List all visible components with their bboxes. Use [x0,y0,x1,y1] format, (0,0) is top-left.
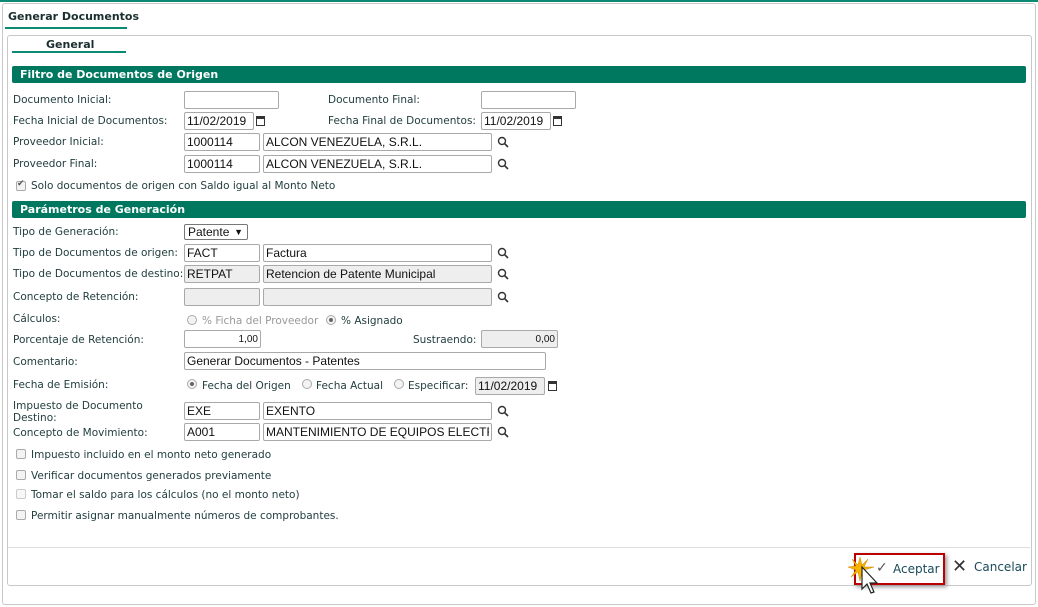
label-doc-final: Documento Final: [328,94,420,106]
search-icon[interactable] [497,291,509,303]
comentario-input[interactable] [184,352,546,370]
fe-actual-radio[interactable] [302,379,312,389]
search-icon[interactable] [497,158,509,170]
impuesto-incluido-checkbox[interactable] [16,449,26,459]
calendar-icon[interactable] [548,381,557,391]
label-fecha-inicial: Fecha Inicial de Documentos: [13,115,168,127]
fecha-inicial-input[interactable] [184,112,254,130]
doc-final-input[interactable] [481,91,576,109]
fe-actual-label: Fecha Actual [316,380,384,392]
calc-ficha-label: % Ficha del Proveedor [202,315,319,327]
permitir-asignar-label: Permitir asignar manualmente números de … [31,510,339,522]
label-fecha-final: Fecha Final de Documentos: [328,115,476,127]
aceptar-label: Aceptar [893,562,940,576]
dropdown-arrow-icon: ▼ [234,227,243,237]
impuesto-incluido-label: Impuesto incluido en el monto neto gener… [31,449,272,461]
concepto-ret-code[interactable] [184,288,260,306]
solo-saldo-checkbox[interactable] [16,179,26,191]
fe-especificar-label: Especificar: [408,380,469,392]
search-icon[interactable] [497,426,509,438]
tab-general[interactable]: General [46,38,94,51]
doc-inicial-input[interactable] [184,91,279,109]
tipo-origen-code[interactable] [184,244,260,262]
tab-underline [5,27,127,29]
label-calculos: Cálculos: [13,313,61,325]
search-icon[interactable] [497,268,509,280]
label-prov-inicial: Proveedor Inicial: [13,136,104,148]
impuesto-code[interactable] [184,402,260,420]
tipo-destino-code[interactable] [184,265,260,283]
label-impuesto: Impuesto de Documento Destino: [13,400,143,424]
label-concepto-ret: Concepto de Retención: [13,291,139,303]
fe-origen-label: Fecha del Origen [202,380,291,392]
tipo-destino-name[interactable] [263,265,492,283]
fecha-final-input[interactable] [481,112,551,130]
label-comentario: Comentario: [13,356,78,368]
porcentaje-input[interactable] [184,330,261,348]
concepto-mov-name[interactable] [263,423,492,441]
label-fecha-emision: Fecha de Emisión: [13,379,109,391]
calc-asignado-radio[interactable] [326,315,336,325]
search-icon[interactable] [497,405,509,417]
top-accent-line [0,0,1038,2]
tipo-origen-name[interactable] [263,244,492,262]
calc-ficha-radio[interactable] [187,315,197,325]
tipo-gen-value: Patente [188,225,230,239]
sustraendo-input[interactable] [481,330,558,348]
prov-inicial-code[interactable] [184,133,260,151]
tipo-gen-select[interactable]: Patente ▼ [184,224,248,240]
label-tipo-gen: Tipo de Generación: [13,226,119,238]
search-icon[interactable] [497,247,509,259]
concepto-ret-name[interactable] [263,288,492,306]
fe-fecha-input[interactable] [475,377,545,395]
tomar-saldo-checkbox[interactable] [16,489,26,499]
label-porcentaje: Porcentaje de Retención: [13,334,144,346]
label-doc-inicial: Documento Inicial: [13,94,112,106]
prov-final-name[interactable] [263,155,492,173]
fe-especificar-radio[interactable] [394,379,404,389]
label-sustraendo: Sustraendo: [413,334,477,346]
calendar-icon[interactable] [256,116,265,126]
cursor-click-icon [848,556,879,594]
footer-divider [8,547,1030,548]
label-tipo-origen: Tipo de Documentos de origen: [13,247,178,259]
label-tipo-destino: Tipo de Documentos de destino: [13,268,184,280]
close-icon: ✕ [952,556,968,577]
verificar-label: Verificar documentos generados previamen… [31,470,272,482]
concepto-mov-code[interactable] [184,423,260,441]
permitir-asignar-checkbox[interactable] [16,510,26,520]
fe-origen-radio[interactable] [187,379,197,389]
prov-final-code[interactable] [184,155,260,173]
tomar-saldo-label: Tomar el saldo para los cálculos (no el … [31,489,300,501]
section-header-filtro: Filtro de Documentos de Origen [12,66,1026,83]
solo-saldo-label: Solo documentos de origen con Saldo igua… [31,180,336,192]
label-prov-final: Proveedor Final: [13,158,98,170]
label-concepto-mov: Concepto de Movimiento: [13,427,148,439]
tab-generar-documentos[interactable]: Generar Documentos [8,10,139,23]
cancelar-label: Cancelar [974,560,1027,574]
search-icon[interactable] [497,136,509,148]
calendar-icon[interactable] [553,116,562,126]
prov-inicial-name[interactable] [263,133,492,151]
impuesto-name[interactable] [263,402,492,420]
section-header-parametros: Parámetros de Generación [12,201,1026,218]
verificar-checkbox[interactable] [16,470,26,480]
subtab-underline [12,51,126,53]
calc-asignado-label: % Asignado [341,315,403,327]
